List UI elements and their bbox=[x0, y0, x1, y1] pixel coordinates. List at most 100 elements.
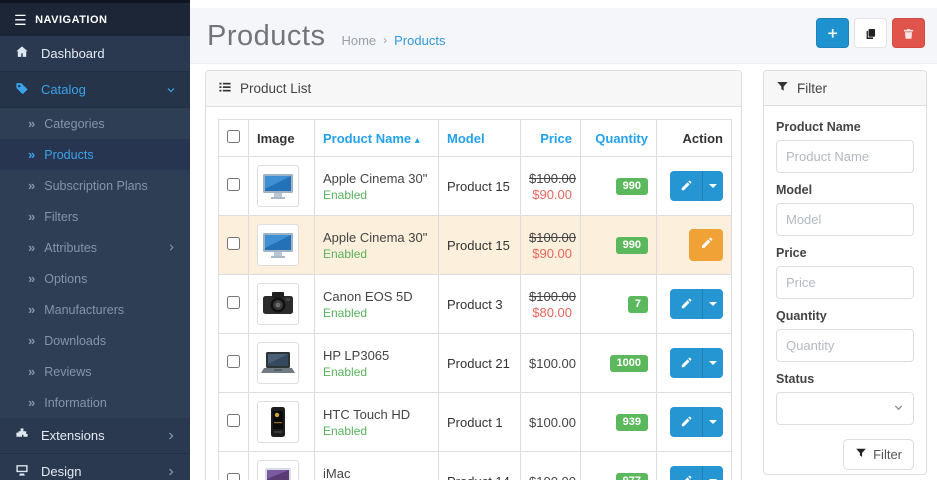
row-name-cell: Apple Cinema 30"Enabled bbox=[315, 216, 439, 275]
page-title: Products bbox=[207, 20, 325, 53]
sidebar-navigation-header: ☰ NAVIGATION bbox=[0, 3, 190, 36]
edit-split-button[interactable] bbox=[670, 289, 723, 319]
filter-input-quantity[interactable] bbox=[776, 329, 914, 362]
row-action-cell bbox=[657, 393, 732, 452]
price: $100.00 bbox=[529, 356, 576, 371]
pencil-icon[interactable] bbox=[670, 407, 703, 437]
product-name: Apple Cinema 30" bbox=[323, 171, 430, 186]
sort-link-quantity[interactable]: Quantity bbox=[595, 131, 648, 146]
row-checkbox-cell bbox=[219, 157, 249, 216]
product-list-panel-header: Product List bbox=[206, 71, 741, 107]
column-header-price: Price bbox=[521, 120, 581, 157]
sidebar-subitem-products[interactable]: »Products bbox=[0, 139, 190, 170]
sidebar-item-label: Catalog bbox=[41, 82, 155, 97]
row-checkbox[interactable] bbox=[227, 473, 240, 480]
filter-input-product-name[interactable] bbox=[776, 140, 914, 173]
row-name-cell: Canon EOS 5DEnabled bbox=[315, 275, 439, 334]
filter-button[interactable]: Filter bbox=[843, 439, 914, 470]
price-new: $90.00 bbox=[529, 187, 572, 202]
row-action-cell bbox=[657, 452, 732, 480]
copy-button[interactable] bbox=[854, 18, 887, 48]
breadcrumb-current[interactable]: Products bbox=[394, 33, 445, 48]
copy-icon bbox=[864, 27, 877, 40]
dropdown-caret-button[interactable] bbox=[703, 289, 723, 319]
price-new: $90.00 bbox=[529, 246, 572, 261]
sidebar-item-catalog[interactable]: Catalog bbox=[0, 72, 190, 108]
row-action-cell bbox=[657, 275, 732, 334]
sidebar-subitem-categories[interactable]: »Categories bbox=[0, 108, 190, 139]
row-checkbox[interactable] bbox=[227, 355, 240, 368]
sidebar-subitem-attributes[interactable]: »Attributes bbox=[0, 232, 190, 263]
row-checkbox[interactable] bbox=[227, 296, 240, 309]
select-all-checkbox[interactable] bbox=[227, 130, 240, 143]
funnel-icon bbox=[855, 447, 867, 462]
edit-split-button[interactable] bbox=[670, 466, 723, 480]
dropdown-caret-button[interactable] bbox=[703, 407, 723, 437]
breadcrumb-home[interactable]: Home bbox=[341, 33, 376, 48]
quantity-badge: 939 bbox=[616, 414, 648, 431]
display-icon bbox=[14, 463, 30, 480]
sidebar-subitem-information[interactable]: »Information bbox=[0, 387, 190, 418]
list-icon bbox=[218, 80, 232, 97]
pencil-icon[interactable] bbox=[670, 171, 703, 201]
row-image-cell bbox=[249, 452, 315, 480]
add-new-button[interactable] bbox=[816, 18, 849, 48]
pencil-icon[interactable] bbox=[670, 466, 703, 480]
row-model-cell: Product 21 bbox=[439, 334, 521, 393]
sort-link-model[interactable]: Model bbox=[447, 131, 485, 146]
price: $100.00 bbox=[529, 474, 576, 480]
row-action-cell bbox=[657, 334, 732, 393]
row-model-cell: Product 3 bbox=[439, 275, 521, 334]
sidebar-subitem-downloads[interactable]: »Downloads bbox=[0, 325, 190, 356]
sidebar-item-extensions[interactable]: Extensions bbox=[0, 418, 190, 454]
sidebar-item-design[interactable]: Design bbox=[0, 454, 190, 480]
sidebar-item-dashboard[interactable]: Dashboard bbox=[0, 36, 190, 72]
row-model-cell: Product 15 bbox=[439, 157, 521, 216]
filter-input-price[interactable] bbox=[776, 266, 914, 299]
dropdown-caret-button[interactable] bbox=[703, 466, 723, 480]
trash-icon bbox=[902, 27, 915, 40]
filter-select-status[interactable] bbox=[776, 392, 914, 425]
row-model-cell: Product 15 bbox=[439, 216, 521, 275]
delete-button[interactable] bbox=[892, 18, 925, 48]
main-content: Products Home › Products Product List bbox=[190, 0, 937, 480]
product-row-5: HTC Touch HDEnabledProduct 1$100.00939 bbox=[219, 393, 732, 452]
edit-button-orange[interactable] bbox=[689, 229, 723, 261]
product-list-panel: Product List ImageProduct Name ▴ModelPri… bbox=[205, 70, 742, 480]
sidebar-subitem-subscription-plans[interactable]: »Subscription Plans bbox=[0, 170, 190, 201]
product-list-title: Product List bbox=[240, 81, 311, 96]
breadcrumb: Home › Products bbox=[341, 33, 445, 48]
pencil-icon[interactable] bbox=[670, 289, 703, 319]
sidebar-subitem-label: Filters bbox=[44, 210, 176, 224]
double-angle-icon: » bbox=[28, 240, 34, 255]
row-name-cell: HTC Touch HDEnabled bbox=[315, 393, 439, 452]
filter-panel-header: Filter bbox=[764, 71, 926, 106]
sidebar-subitem-label: Manufacturers bbox=[44, 303, 176, 317]
row-price-cell: $100.00$80.00 bbox=[521, 275, 581, 334]
edit-split-button[interactable] bbox=[670, 348, 723, 378]
row-checkbox[interactable] bbox=[227, 237, 240, 250]
row-quantity-cell: 990 bbox=[581, 216, 657, 275]
product-thumbnail bbox=[257, 224, 299, 266]
sort-link-name[interactable]: Product Name ▴ bbox=[323, 131, 420, 146]
row-checkbox[interactable] bbox=[227, 178, 240, 191]
filter-panel: Filter Product NameModelPriceQuantitySta… bbox=[763, 70, 927, 475]
sidebar-subitem-reviews[interactable]: »Reviews bbox=[0, 356, 190, 387]
double-angle-icon: » bbox=[28, 147, 34, 162]
sidebar-subitem-manufacturers[interactable]: »Manufacturers bbox=[0, 294, 190, 325]
sidebar-subitem-label: Downloads bbox=[44, 334, 176, 348]
filter-button-label: Filter bbox=[873, 447, 902, 462]
pencil-icon[interactable] bbox=[670, 348, 703, 378]
edit-split-button[interactable] bbox=[670, 407, 723, 437]
dropdown-caret-button[interactable] bbox=[703, 348, 723, 378]
sidebar-subitem-options[interactable]: »Options bbox=[0, 263, 190, 294]
edit-split-button[interactable] bbox=[670, 171, 723, 201]
column-header-quantity: Quantity bbox=[581, 120, 657, 157]
sidebar-subitem-filters[interactable]: »Filters bbox=[0, 201, 190, 232]
puzzle-icon bbox=[14, 427, 30, 444]
product-name: iMac bbox=[323, 466, 430, 480]
filter-input-model[interactable] bbox=[776, 203, 914, 236]
sort-link-price[interactable]: Price bbox=[540, 131, 572, 146]
row-checkbox[interactable] bbox=[227, 414, 240, 427]
dropdown-caret-button[interactable] bbox=[703, 171, 723, 201]
